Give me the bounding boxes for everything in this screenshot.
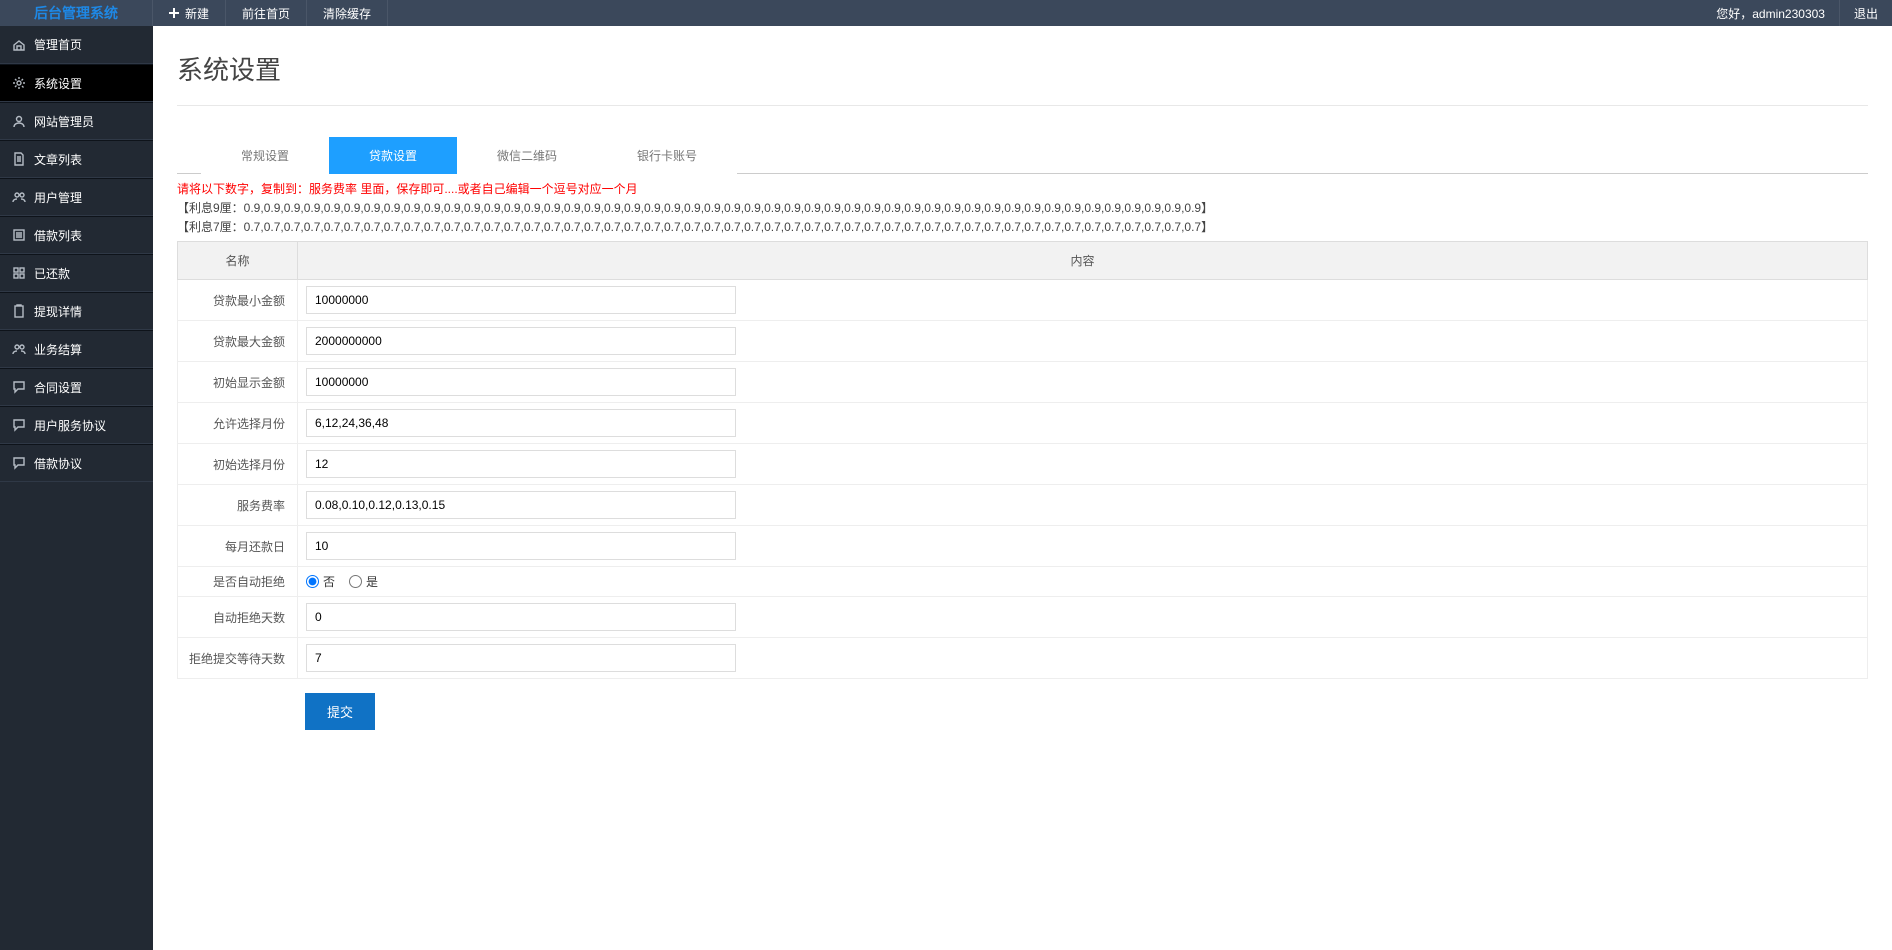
page-title: 系统设置 <box>177 36 1868 106</box>
clear-cache-label: 清除缓存 <box>323 5 371 22</box>
input-max-amount[interactable] <box>306 327 736 355</box>
label-service-rate: 服务费率 <box>178 485 298 526</box>
radio-no-label: 否 <box>323 573 335 590</box>
input-init-amount[interactable] <box>306 368 736 396</box>
grid-icon <box>12 266 26 280</box>
sidebar-item-biz[interactable]: 业务结算 <box>0 330 153 368</box>
tab-loan[interactable]: 贷款设置 <box>329 137 457 174</box>
input-service-rate[interactable] <box>306 491 736 519</box>
new-button[interactable]: 新建 <box>153 0 226 26</box>
gear-icon <box>12 76 26 90</box>
sidebar-item-contract[interactable]: 合同设置 <box>0 368 153 406</box>
sidebar-item-label: 借款协议 <box>34 455 82 472</box>
radio-no[interactable] <box>306 575 319 588</box>
sidebar-item-loan-agree[interactable]: 借款协议 <box>0 444 153 482</box>
label-init-amount: 初始显示金额 <box>178 362 298 403</box>
radio-yes-label: 是 <box>366 573 378 590</box>
goto-home-button[interactable]: 前往首页 <box>226 0 307 26</box>
tab-bank[interactable]: 银行卡账号 <box>597 137 737 174</box>
label-repay-day: 每月还款日 <box>178 526 298 567</box>
sidebar-item-repaid[interactable]: 已还款 <box>0 254 153 292</box>
sidebar-item-label: 用户管理 <box>34 189 82 206</box>
sidebar-item-label: 已还款 <box>34 265 70 282</box>
input-reject-days[interactable] <box>306 603 736 631</box>
logout-label: 退出 <box>1854 5 1878 22</box>
tabs: 常规设置贷款设置微信二维码银行卡账号 <box>177 136 1868 174</box>
th-content: 内容 <box>298 242 1868 280</box>
plus-icon <box>169 8 179 18</box>
brand-title: 后台管理系统 <box>0 0 153 26</box>
goto-home-label: 前往首页 <box>242 5 290 22</box>
users-icon <box>12 342 26 356</box>
sidebar-item-label: 系统设置 <box>34 75 82 92</box>
tab-wechat[interactable]: 微信二维码 <box>457 137 597 174</box>
sidebar-item-label: 业务结算 <box>34 341 82 358</box>
logout-button[interactable]: 退出 <box>1839 0 1892 26</box>
th-name: 名称 <box>178 242 298 280</box>
sidebar-item-label: 合同设置 <box>34 379 82 396</box>
label-wait-days: 拒绝提交等待天数 <box>178 638 298 679</box>
sidebar: 管理首页系统设置网站管理员文章列表用户管理借款列表已还款提现详情业务结算合同设置… <box>0 26 153 950</box>
warning-text: 请将以下数字，复制到：服务费率 里面，保存即可....或者自己编辑一个逗号对应一… <box>177 180 1868 197</box>
main-content: 系统设置 常规设置贷款设置微信二维码银行卡账号 请将以下数字，复制到：服务费率 … <box>153 26 1892 774</box>
label-auto-reject: 是否自动拒绝 <box>178 567 298 597</box>
label-min-amount: 贷款最小金额 <box>178 280 298 321</box>
sidebar-item-label: 文章列表 <box>34 151 82 168</box>
sidebar-item-dashboard[interactable]: 管理首页 <box>0 26 153 64</box>
home-icon <box>12 38 26 52</box>
spacer <box>388 0 1702 26</box>
config-table: 名称 内容 贷款最小金额 贷款最大金额 初始显示金额 允许选择月份 初始 <box>177 241 1868 679</box>
label-months-init: 初始选择月份 <box>178 444 298 485</box>
radio-no-wrap[interactable]: 否 <box>306 573 335 590</box>
input-wait-days[interactable] <box>306 644 736 672</box>
radio-yes-wrap[interactable]: 是 <box>349 573 378 590</box>
sidebar-item-settings[interactable]: 系统设置 <box>0 64 153 102</box>
list-icon <box>12 228 26 242</box>
clip-icon <box>12 304 26 318</box>
input-min-amount[interactable] <box>306 286 736 314</box>
chat-icon <box>12 456 26 470</box>
label-reject-days: 自动拒绝天数 <box>178 597 298 638</box>
chat-icon <box>12 418 26 432</box>
sidebar-item-withdraw[interactable]: 提现详情 <box>0 292 153 330</box>
radio-yes[interactable] <box>349 575 362 588</box>
topbar: 后台管理系统 新建 前往首页 清除缓存 您好，admin230303 退出 <box>0 0 1892 26</box>
sidebar-item-label: 管理首页 <box>34 36 82 53</box>
user-icon <box>12 114 26 128</box>
auto-reject-radio-group: 否 是 <box>306 573 1859 590</box>
input-repay-day[interactable] <box>306 532 736 560</box>
users-icon <box>12 190 26 204</box>
welcome-text: 您好，admin230303 <box>1702 0 1839 26</box>
doc-icon <box>12 152 26 166</box>
sidebar-item-user-agree[interactable]: 用户服务协议 <box>0 406 153 444</box>
data-line-1: 【利息9厘：0.9,0.9,0.9,0.9,0.9,0.9,0.9,0.9,0.… <box>177 199 1868 216</box>
new-label: 新建 <box>185 5 209 22</box>
submit-button[interactable]: 提交 <box>305 693 375 730</box>
clear-cache-button[interactable]: 清除缓存 <box>307 0 388 26</box>
sidebar-item-label: 借款列表 <box>34 227 82 244</box>
sidebar-item-loans[interactable]: 借款列表 <box>0 216 153 254</box>
label-months-allow: 允许选择月份 <box>178 403 298 444</box>
chat-icon <box>12 380 26 394</box>
sidebar-item-users[interactable]: 用户管理 <box>0 178 153 216</box>
sidebar-item-articles[interactable]: 文章列表 <box>0 140 153 178</box>
label-max-amount: 贷款最大金额 <box>178 321 298 362</box>
input-months-allow[interactable] <box>306 409 736 437</box>
sidebar-item-label: 提现详情 <box>34 303 82 320</box>
sidebar-item-label: 用户服务协议 <box>34 417 106 434</box>
tab-general[interactable]: 常规设置 <box>201 137 329 174</box>
data-line-2: 【利息7厘：0.7,0.7,0.7,0.7,0.7,0.7,0.7,0.7,0.… <box>177 218 1868 235</box>
sidebar-item-manager[interactable]: 网站管理员 <box>0 102 153 140</box>
sidebar-item-label: 网站管理员 <box>34 113 94 130</box>
input-months-init[interactable] <box>306 450 736 478</box>
